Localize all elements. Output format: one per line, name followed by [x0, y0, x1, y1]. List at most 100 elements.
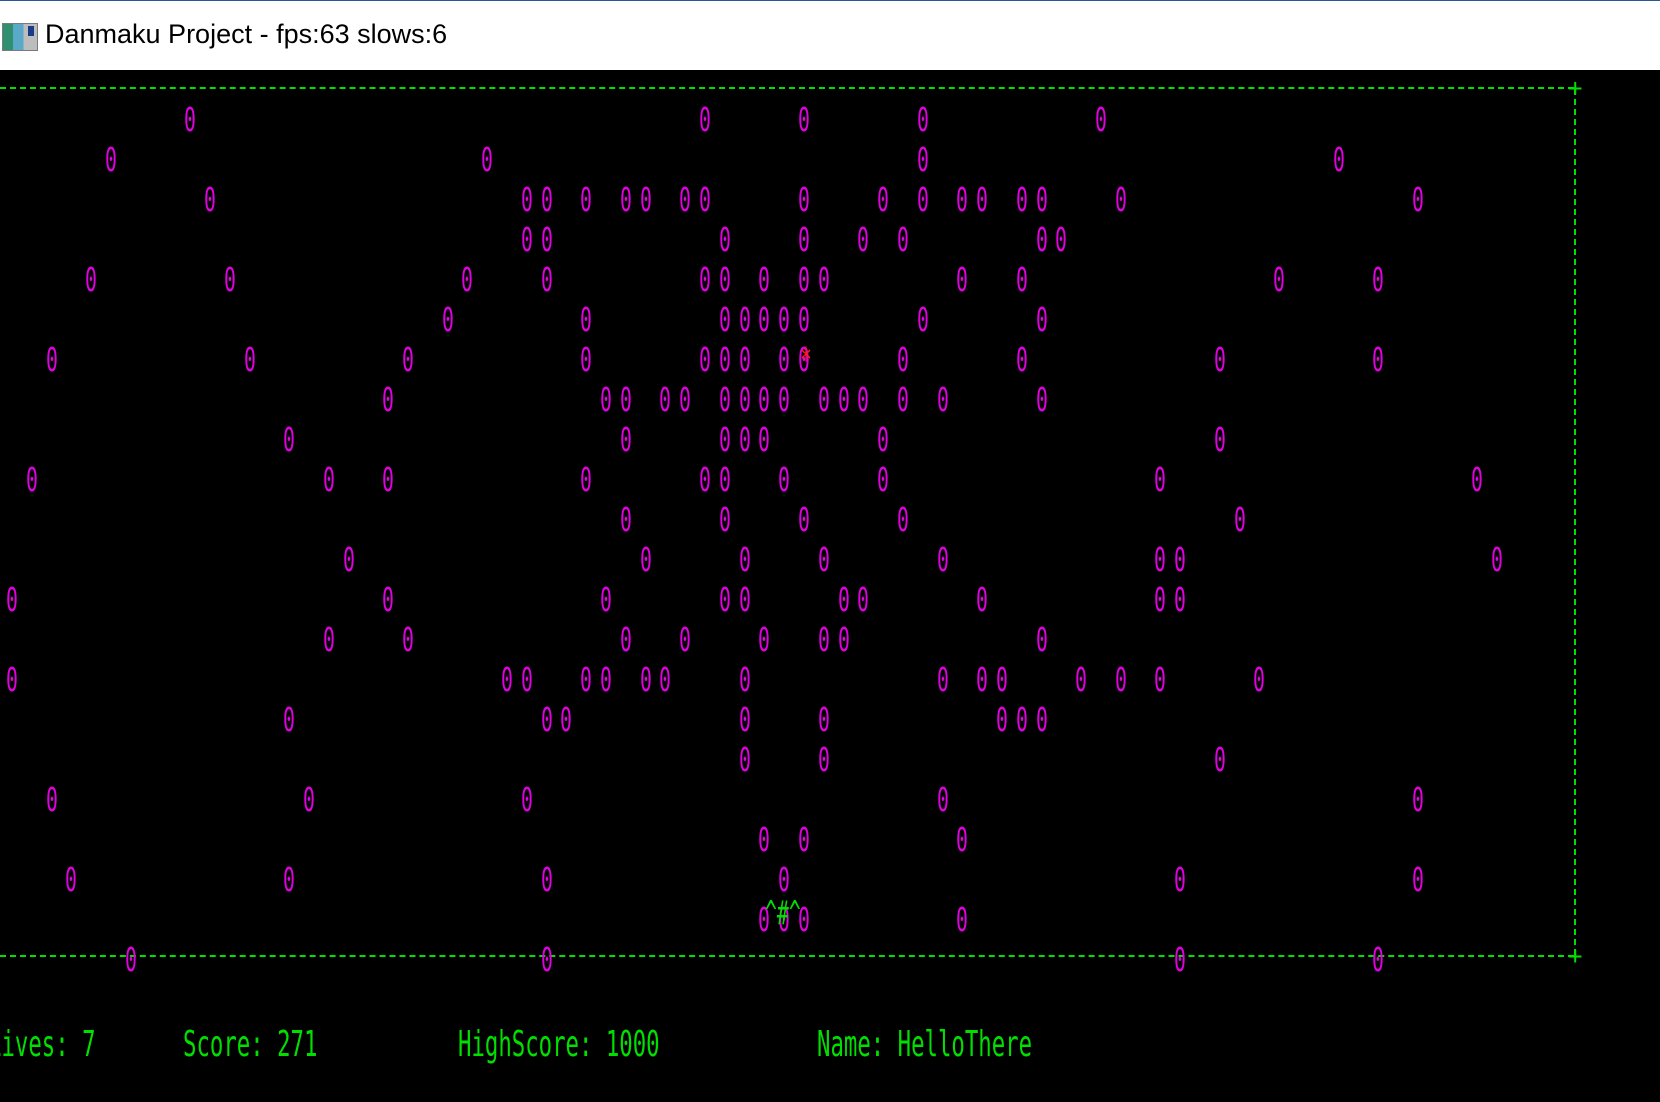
bullet: 0	[718, 380, 731, 419]
bullet: 0	[1154, 460, 1167, 499]
bullet: 0	[916, 300, 929, 339]
bullet: 0	[580, 340, 593, 379]
bullet: 0	[45, 340, 58, 379]
bullet: 0	[738, 700, 751, 739]
bullet: 0	[1035, 300, 1048, 339]
bullet: 0	[738, 580, 751, 619]
bullet: 0	[461, 260, 474, 299]
bullet: 0	[916, 100, 929, 139]
bullet: 0	[382, 580, 395, 619]
top-border	[0, 87, 1574, 89]
bullet: 0	[619, 180, 632, 219]
bullet: 0	[1154, 580, 1167, 619]
bullet: 0	[738, 340, 751, 379]
bottom-border	[0, 955, 1574, 957]
bullet: 0	[679, 180, 692, 219]
bullet: 0	[718, 300, 731, 339]
bullet: 0	[738, 380, 751, 419]
bullet: 0	[699, 100, 711, 139]
bullet: 0	[817, 620, 830, 659]
bullet: 0	[956, 900, 969, 939]
bullet: 0	[718, 340, 731, 379]
bullet: 0	[560, 700, 573, 739]
bullet: 0	[718, 500, 731, 539]
window-title: Danmaku Project - fps:63 slows:6	[45, 19, 448, 49]
bullet: 0	[956, 820, 969, 859]
bullet: 0	[699, 180, 711, 219]
bullet: 0	[817, 740, 830, 779]
bullet: 0	[798, 180, 810, 219]
bullet: 0	[1015, 700, 1028, 739]
bullet: 0	[6, 580, 18, 619]
bullet: 0	[639, 180, 652, 219]
bullet: 0	[283, 860, 296, 899]
bullet: 0	[540, 700, 553, 739]
bullet: 0	[639, 540, 652, 579]
bullet: 0	[976, 180, 989, 219]
bullet: 0	[778, 460, 791, 499]
bullet: 0	[1372, 340, 1385, 379]
bullet: 0	[897, 380, 909, 419]
bullet: 0	[1114, 180, 1127, 219]
bullet: 0	[758, 420, 771, 459]
bullet: 0	[1213, 340, 1226, 379]
bullet: 0	[679, 380, 692, 419]
bullet: 0	[699, 340, 711, 379]
game-screen[interactable]: + + 000000000000000000000000000000000000…	[0, 70, 1660, 1102]
bullet: 0	[1174, 580, 1187, 619]
bullet: 0	[897, 340, 909, 379]
bullet: 0	[758, 260, 771, 299]
bullet: 0	[817, 700, 830, 739]
bullet: 0	[25, 460, 38, 499]
bullet: 0	[659, 660, 672, 699]
bullet: 0	[778, 380, 791, 419]
title-bar[interactable]: Danmaku Project - fps:63 slows:6	[0, 0, 1660, 70]
bullet: 0	[976, 660, 989, 699]
bullet: 0	[798, 820, 810, 859]
bottom-right-corner: +	[1568, 942, 1583, 970]
bullet: 0	[996, 660, 1008, 699]
bullet: 0	[382, 380, 395, 419]
bullet: 0	[520, 180, 533, 219]
bullet: 0	[916, 180, 929, 219]
bullet: 0	[1233, 500, 1246, 539]
bullet: 0	[1273, 260, 1286, 299]
bullet: 0	[540, 860, 553, 899]
bullet: 0	[758, 300, 771, 339]
bullet: 0	[283, 700, 296, 739]
bullet: 0	[718, 460, 731, 499]
bullet: 0	[1174, 940, 1187, 979]
bullet: 0	[738, 540, 751, 579]
bullet: 0	[1035, 180, 1048, 219]
bullet: 0	[718, 220, 731, 259]
bullet: 0	[540, 940, 553, 979]
bullet: 0	[1372, 260, 1385, 299]
bullet: 0	[619, 500, 632, 539]
bullet: 0	[1174, 860, 1187, 899]
bullet: 0	[322, 460, 335, 499]
bullet: 0	[1253, 660, 1266, 699]
game-window: Danmaku Project - fps:63 slows:6 + + 000…	[0, 0, 1660, 1102]
bullet: 0	[1035, 620, 1048, 659]
bullet: 0	[817, 260, 830, 299]
score-counter: Score: 271	[183, 1024, 318, 1065]
bullet: 0	[402, 340, 414, 379]
bullet: 0	[699, 460, 711, 499]
bullet: 0	[738, 740, 751, 779]
console-app-icon[interactable]	[2, 23, 38, 51]
bullet: 0	[600, 660, 612, 699]
bullet: 0	[758, 380, 771, 419]
bullet: 0	[1035, 220, 1048, 259]
bullet: 0	[520, 660, 533, 699]
bullet: 0	[936, 660, 949, 699]
bullet: 0	[877, 460, 890, 499]
bullet: 0	[956, 260, 969, 299]
bullet: 0	[1372, 940, 1385, 979]
bullet: 0	[441, 300, 454, 339]
bullet: 0	[105, 140, 117, 179]
bullet: 0	[1035, 700, 1048, 739]
bullet: 0	[936, 380, 949, 419]
bullet: 0	[659, 380, 672, 419]
bullet: 0	[1174, 540, 1187, 579]
bullet: 0	[1411, 860, 1424, 899]
